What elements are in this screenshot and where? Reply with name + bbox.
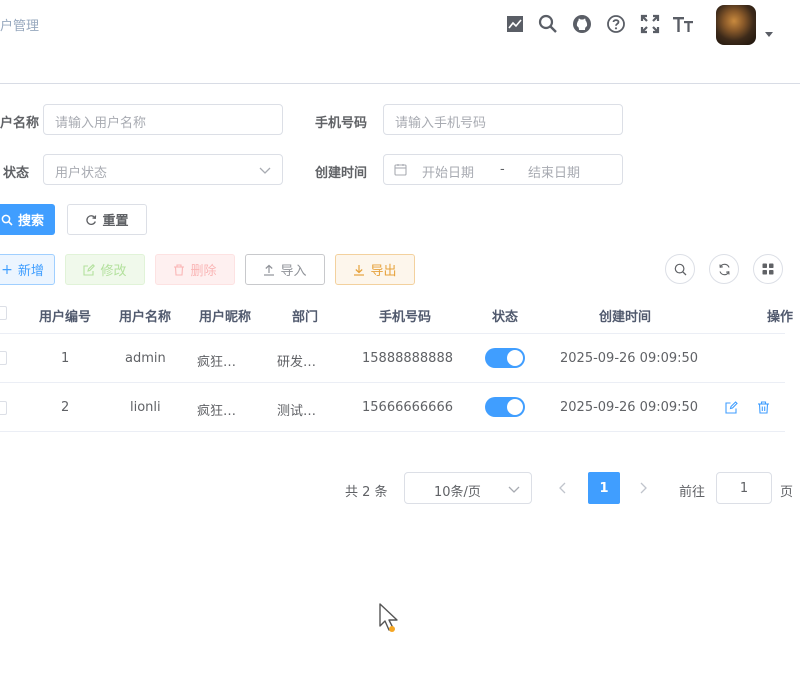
help-icon[interactable] xyxy=(605,13,627,35)
refresh-icon xyxy=(718,263,730,275)
date-separator: - xyxy=(500,162,505,177)
cell-username: admin xyxy=(125,351,166,366)
breadcrumb: 户管理 xyxy=(0,19,40,34)
username-input[interactable]: 请输入用户名称 xyxy=(43,104,283,135)
edit-icon[interactable] xyxy=(725,401,738,418)
column-header: 部门 xyxy=(292,310,319,325)
trash-icon xyxy=(174,263,185,276)
columns-button[interactable] xyxy=(753,254,783,284)
search-icon xyxy=(674,263,686,275)
refresh-icon xyxy=(86,214,97,225)
goto-page-input[interactable]: 1 xyxy=(716,472,772,504)
cell-phone: 15666666666 xyxy=(362,400,453,415)
column-header: 用户编号 xyxy=(39,310,92,325)
select-all-checkbox[interactable] xyxy=(0,306,7,320)
column-header: 状态 xyxy=(492,310,519,325)
cell-dept: 测试… xyxy=(277,404,317,419)
divider xyxy=(0,333,785,334)
search-icon[interactable] xyxy=(537,13,559,35)
download-icon xyxy=(354,264,365,276)
navbar: 户管理 xyxy=(0,0,800,84)
plus-icon: + xyxy=(1,261,13,278)
chart-icon[interactable] xyxy=(504,13,526,35)
column-header: 创建时间 xyxy=(599,310,652,325)
chevron-down-icon[interactable] xyxy=(765,32,773,37)
export-button[interactable]: 导出 xyxy=(335,254,415,285)
cell-username: lionli xyxy=(130,400,161,415)
add-button[interactable]: + 新增 xyxy=(0,254,55,285)
chevron-down-icon xyxy=(508,483,520,498)
cell-phone: 15888888888 xyxy=(362,351,453,366)
fullscreen-icon[interactable] xyxy=(639,13,661,35)
username-label: 户名称 xyxy=(0,116,40,131)
cell-nickname: 疯狂… xyxy=(197,355,237,370)
next-page-button[interactable] xyxy=(638,482,648,498)
cell-created-time: 2025-09-26 09:09:50 xyxy=(560,400,699,415)
column-header: 操作 xyxy=(767,310,794,325)
divider xyxy=(0,431,785,432)
goto-label: 前往 xyxy=(679,485,706,500)
goto-suffix: 页 xyxy=(780,485,794,500)
cell-created-time: 2025-09-26 09:09:50 xyxy=(560,351,699,366)
chevron-down-icon xyxy=(259,164,271,179)
upload-icon xyxy=(264,264,275,276)
divider xyxy=(0,382,785,383)
date-start-input[interactable]: 开始日期 xyxy=(422,162,474,181)
status-label: 状态 xyxy=(3,166,30,181)
column-header: 用户昵称 xyxy=(199,310,252,325)
refresh-button[interactable] xyxy=(709,254,739,284)
pagination-total: 共 2 条 xyxy=(345,485,388,500)
edit-button[interactable]: 修改 xyxy=(65,254,145,285)
phone-input[interactable]: 请输入手机号码 xyxy=(383,104,623,135)
status-select[interactable]: 用户状态 xyxy=(43,154,283,185)
date-range-picker[interactable]: 开始日期 - 结束日期 xyxy=(383,154,623,185)
prev-page-button[interactable] xyxy=(558,482,568,498)
cell-dept: 研发… xyxy=(277,355,317,370)
search-icon xyxy=(1,214,13,226)
phone-label: 手机号码 xyxy=(315,116,368,131)
page-size-select[interactable]: 10条/页 xyxy=(404,472,532,504)
row-checkbox[interactable] xyxy=(0,351,7,365)
date-end-input[interactable]: 结束日期 xyxy=(528,162,580,181)
font-size-icon[interactable] xyxy=(672,13,694,35)
row-checkbox[interactable] xyxy=(0,401,7,415)
calendar-icon xyxy=(394,163,407,180)
status-switch[interactable] xyxy=(485,348,525,368)
grid-icon xyxy=(762,263,774,275)
cell-user-id: 1 xyxy=(61,351,70,366)
trash-icon[interactable] xyxy=(757,401,770,418)
created-time-label: 创建时间 xyxy=(315,166,368,181)
cell-nickname: 疯狂… xyxy=(197,404,237,419)
cursor-icon xyxy=(377,602,405,640)
import-button[interactable]: 导入 xyxy=(245,254,325,285)
column-header: 手机号码 xyxy=(379,310,432,325)
search-button[interactable]: 搜索 xyxy=(0,204,55,235)
page-number-active[interactable]: 1 xyxy=(588,472,620,504)
status-switch[interactable] xyxy=(485,397,525,417)
avatar[interactable] xyxy=(716,5,756,45)
toggle-search-button[interactable] xyxy=(665,254,695,284)
reset-button[interactable]: 重置 xyxy=(67,204,147,235)
delete-button[interactable]: 删除 xyxy=(155,254,235,285)
edit-icon xyxy=(83,263,96,276)
cell-user-id: 2 xyxy=(61,400,70,415)
column-header: 用户名称 xyxy=(119,310,172,325)
github-icon[interactable] xyxy=(571,13,593,35)
